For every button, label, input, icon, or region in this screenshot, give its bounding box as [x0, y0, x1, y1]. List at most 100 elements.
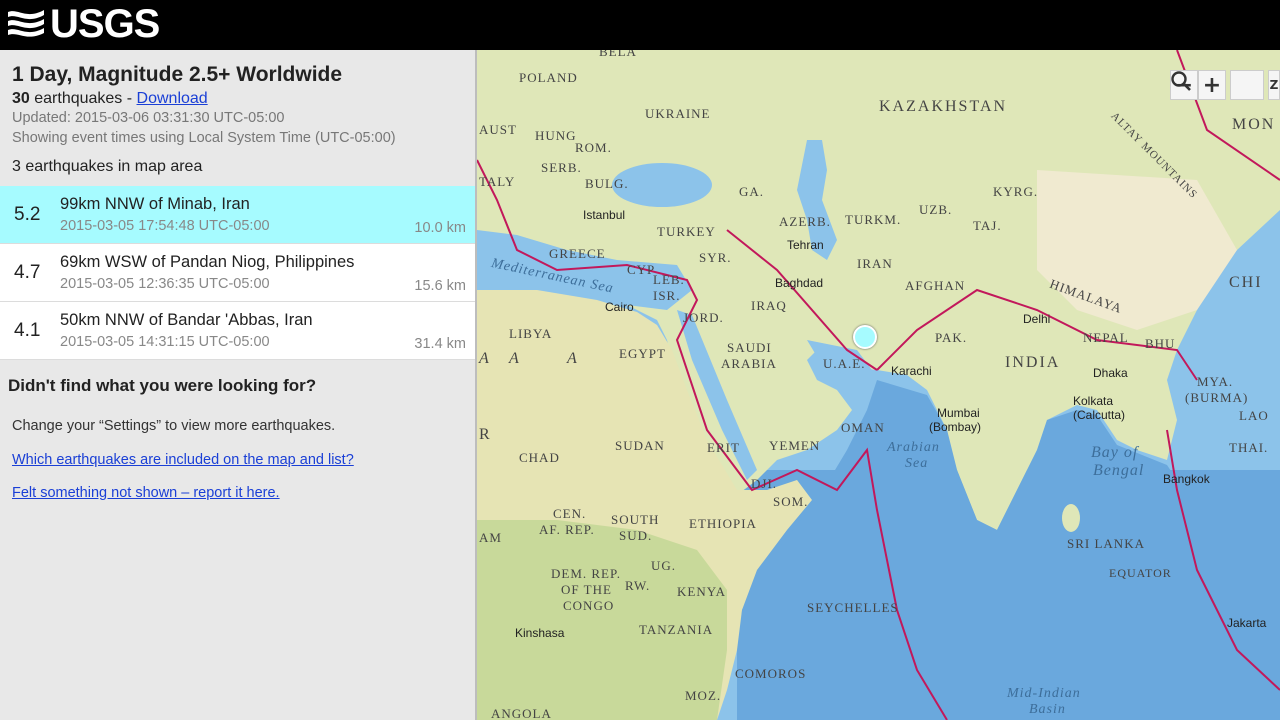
label-seychelles: SEYCHELLES: [807, 600, 899, 615]
magnitude: 5.2: [14, 204, 41, 225]
label-oman: OMAN: [841, 420, 885, 435]
label-tanzania: TANZANIA: [639, 622, 714, 637]
label-karachi: Karachi: [891, 364, 932, 378]
map-area-count: 3 earthquakes in map area: [12, 158, 203, 175]
label-kinshasa: Kinshasa: [515, 626, 565, 640]
download-link[interactable]: Download: [137, 90, 208, 107]
list-header: 1 Day, Magnitude 2.5+ Worldwide 30 earth…: [0, 50, 475, 176]
label-kazakhstan: KAZAKHSTAN: [879, 98, 1008, 115]
label-saudi: SAUDI: [727, 340, 772, 355]
label-mumbai: Mumbai: [937, 406, 980, 420]
label-india: INDIA: [1005, 354, 1061, 371]
label-uzb: UZB.: [919, 202, 953, 217]
extra-control-button[interactable]: Z: [1268, 70, 1280, 100]
label-libya: LIBYA: [509, 326, 553, 341]
earthquake-item[interactable]: 4.7 69km WSW of Pandan Niog, Philippines…: [0, 244, 475, 302]
report-felt-link[interactable]: Felt something not shown – report it her…: [8, 485, 467, 501]
label-afghan: AFGHAN: [905, 278, 966, 293]
label-delhi: Delhi: [1023, 312, 1051, 326]
label-arabia: ARABIA: [721, 356, 777, 371]
earthquake-map[interactable]: KAZAKHSTAN ALTAY MOUNTAINS MON BELA POLA…: [477, 50, 1280, 720]
earthquake-marker[interactable]: [853, 325, 877, 349]
updated-time: Updated: 2015-03-06 03:31:30 UTC-05:00: [12, 110, 285, 126]
count-number: 30: [12, 90, 30, 107]
label-of-the: OF THE: [561, 582, 612, 597]
earthquake-item[interactable]: 4.1 50km NNW of Bandar 'Abbas, Iran 2015…: [0, 302, 475, 360]
label-afrep: AF. REP.: [539, 522, 595, 537]
usgs-logo[interactable]: USGS: [8, 2, 160, 46]
label-arabian: Arabian: [887, 440, 940, 455]
event-time: 2015-03-05 17:54:48 UTC-05:00: [60, 218, 270, 234]
label-yemen: YEMEN: [769, 438, 821, 453]
label-south-sudan-2: SUD.: [619, 528, 653, 543]
label-kenya: KENYA: [677, 584, 727, 599]
label-poland: POLAND: [519, 70, 578, 85]
earthquake-count: 30 earthquakes - Download: [12, 90, 463, 108]
label-congo: CONGO: [563, 598, 615, 613]
label-hung: HUNG: [535, 128, 577, 143]
label-bay-of: Bay of: [1091, 444, 1139, 461]
label-china: CHI: [1229, 274, 1263, 291]
label-cyp: CYP: [627, 262, 656, 277]
label-mid-indian: Mid-Indian: [1007, 686, 1081, 701]
label-erit: ERIT: [707, 440, 740, 455]
label-iran: IRAN: [857, 256, 893, 271]
label-sahara-a-left: A: [479, 350, 491, 367]
label-bombay: (Bombay): [929, 420, 982, 434]
label-comoros: COMOROS: [735, 666, 807, 681]
label-syr: SYR.: [699, 250, 732, 265]
magnitude: 4.7: [14, 262, 41, 283]
search-button[interactable]: [1171, 70, 1264, 100]
help-section: Didn't find what you were looking for? C…: [0, 360, 475, 534]
label-ga: GA.: [739, 184, 765, 199]
label-greece: GREECE: [549, 246, 606, 261]
label-cairo: Cairo: [605, 300, 634, 314]
label-istanbul: Istanbul: [583, 208, 626, 222]
earthquake-list-panel: 1 Day, Magnitude 2.5+ Worldwide 30 earth…: [0, 50, 477, 720]
usgs-wordmark: USGS: [50, 2, 160, 46]
label-turkm: TURKM.: [845, 212, 902, 227]
label-turkey: TURKEY: [657, 224, 716, 239]
label-ug: UG.: [651, 558, 677, 573]
label-r: R: [479, 426, 492, 443]
label-burma: (BURMA): [1185, 390, 1249, 405]
label-iraq: IRAQ: [751, 298, 787, 313]
usgs-wave-icon: [8, 6, 44, 42]
label-moz: MOZ.: [685, 688, 722, 703]
label-italy: TALY: [479, 174, 516, 189]
label-taj: TAJ.: [973, 218, 1002, 233]
label-kolkata: Kolkata: [1073, 394, 1114, 408]
label-jord: JORD.: [683, 310, 724, 325]
label-bengal: Bengal: [1093, 462, 1145, 479]
label-dhaka: Dhaka: [1093, 366, 1128, 380]
label-dji: DJI.: [751, 476, 778, 491]
label-baghdad: Baghdad: [775, 276, 824, 290]
label-rw: RW.: [625, 578, 651, 593]
which-earthquakes-link[interactable]: Which earthquakes are included on the ma…: [8, 452, 467, 468]
map-controls: − + Z: [1170, 70, 1280, 100]
label-serb: SERB.: [541, 160, 582, 175]
label-sahara-a2: A: [567, 350, 579, 367]
earthquake-item[interactable]: 5.2 99km NNW of Minab, Iran 2015-03-05 1…: [0, 186, 475, 244]
label-egypt: EGYPT: [619, 346, 666, 361]
zoom-in-button[interactable]: +: [1198, 70, 1226, 100]
label-ukraine: UKRAINE: [645, 106, 711, 121]
label-tehran: Tehran: [787, 238, 824, 252]
settings-hint: Change your “Settings” to view more eart…: [12, 418, 336, 434]
label-south-sudan-1: SOUTH: [611, 512, 660, 527]
depth: 31.4 km: [414, 336, 466, 352]
label-angola: ANGOLA: [491, 706, 552, 720]
label-sahara-a1: A: [509, 350, 521, 367]
label-am: AM: [479, 530, 502, 545]
label-azerb: AZERB.: [779, 214, 831, 229]
label-basin: Basin: [1029, 702, 1066, 717]
label-pak: PAK.: [935, 330, 968, 345]
search-icon: [1171, 71, 1191, 91]
label-sri-lanka: SRI LANKA: [1067, 536, 1145, 551]
magnitude: 4.1: [14, 320, 41, 341]
label-sea: Sea: [905, 456, 929, 471]
label-bhu: BHU: [1145, 336, 1176, 351]
label-uae: U.A.E.: [823, 356, 866, 371]
label-sudan: SUDAN: [615, 438, 665, 453]
label-kyrg: KYRG.: [993, 184, 1039, 199]
